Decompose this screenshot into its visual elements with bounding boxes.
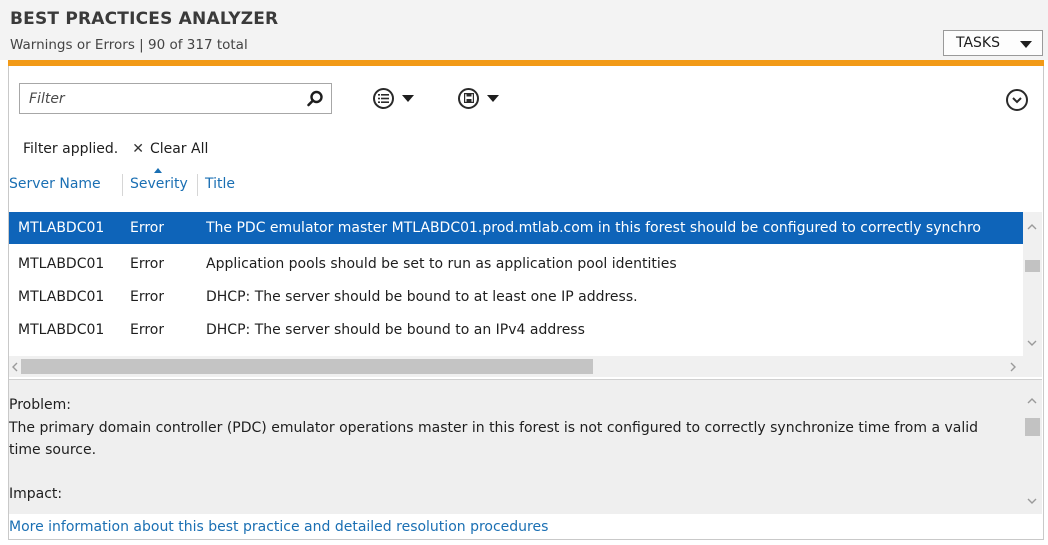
- column-divider[interactable]: [197, 174, 198, 196]
- cell-severity: Error: [130, 289, 165, 305]
- cell-server-name: MTLABDC01: [18, 256, 105, 272]
- clear-all-label: Clear All: [149, 141, 209, 157]
- page-title: BEST PRACTICES ANALYZER: [10, 9, 279, 29]
- clear-all-button[interactable]: ✕ Clear All: [132, 141, 208, 157]
- tasks-label: TASKS: [956, 35, 1000, 51]
- filter-input[interactable]: [20, 84, 300, 113]
- filter-box: [19, 83, 332, 114]
- cell-severity: Error: [130, 220, 165, 236]
- cell-title: DHCP: The server should be bound to at l…: [206, 289, 638, 305]
- list-options-icon: [373, 87, 394, 109]
- filter-status: Filter applied. ✕ Clear All: [23, 141, 208, 157]
- close-icon: ✕: [132, 141, 144, 157]
- column-header-title[interactable]: Title: [205, 176, 235, 192]
- scroll-thumb[interactable]: [1025, 260, 1040, 272]
- scroll-down-icon[interactable]: [1027, 496, 1037, 506]
- chevron-down-icon: [487, 94, 499, 102]
- detail-vertical-scrollbar[interactable]: [1023, 388, 1042, 510]
- cell-server-name: MTLABDC01: [18, 322, 105, 338]
- scroll-thumb[interactable]: [21, 359, 593, 374]
- results-summary: Warnings or Errors | 90 of 317 total: [10, 37, 248, 53]
- filter-applied-label: Filter applied.: [23, 141, 119, 157]
- save-query-dropdown[interactable]: [458, 85, 499, 111]
- chevron-down-icon: [402, 94, 414, 102]
- grid-vertical-scrollbar[interactable]: [1023, 212, 1042, 356]
- table-row[interactable]: MTLABDC01 Error Application pools should…: [9, 248, 1025, 280]
- more-information-link[interactable]: More information about this best practic…: [9, 519, 548, 535]
- cell-severity: Error: [130, 322, 165, 338]
- detail-pane: Problem: The primary domain controller (…: [9, 379, 1042, 514]
- scroll-thumb[interactable]: [1025, 418, 1040, 436]
- table-row[interactable]: MTLABDC01 Error DHCP: The server should …: [9, 314, 1025, 346]
- cell-server-name: MTLABDC01: [18, 220, 105, 236]
- cell-title: Application pools should be set to run a…: [206, 256, 677, 272]
- tasks-dropdown[interactable]: TASKS: [943, 30, 1043, 56]
- column-divider[interactable]: [122, 174, 123, 196]
- search-icon[interactable]: [305, 89, 325, 109]
- column-header-server-name[interactable]: Server Name: [9, 176, 101, 192]
- impact-label: Impact:: [9, 486, 63, 502]
- cell-title: DHCP: The server should be bound to an I…: [206, 322, 585, 338]
- sort-ascending-icon: [154, 168, 162, 173]
- problem-text: The primary domain controller (PDC) emul…: [9, 420, 979, 458]
- accent-bar: [8, 60, 1044, 66]
- expand-chevron-icon[interactable]: [1006, 89, 1028, 111]
- grid-horizontal-scrollbar[interactable]: [9, 356, 1042, 377]
- bpa-header: BEST PRACTICES ANALYZER Warnings or Erro…: [0, 0, 1048, 60]
- cell-severity: Error: [130, 256, 165, 272]
- problem-label: Problem:: [9, 397, 71, 413]
- table-row[interactable]: MTLABDC01 Error The PDC emulator master …: [9, 212, 1025, 244]
- table-row[interactable]: MTLABDC01 Error DHCP: The server should …: [9, 281, 1025, 313]
- save-query-icon: [458, 87, 479, 109]
- scroll-left-icon[interactable]: [11, 362, 19, 372]
- scroll-right-icon[interactable]: [1009, 362, 1017, 372]
- cell-server-name: MTLABDC01: [18, 289, 105, 305]
- scroll-down-icon[interactable]: [1027, 338, 1037, 348]
- results-grid: MTLABDC01 Error The PDC emulator master …: [9, 212, 1025, 356]
- scroll-up-icon[interactable]: [1027, 222, 1037, 232]
- column-header-severity[interactable]: Severity: [130, 176, 188, 192]
- chevron-down-icon: [1020, 41, 1032, 48]
- cell-title: The PDC emulator master MTLABDC01.prod.m…: [206, 220, 981, 236]
- scroll-up-icon[interactable]: [1027, 396, 1037, 406]
- view-options-dropdown[interactable]: [373, 85, 414, 111]
